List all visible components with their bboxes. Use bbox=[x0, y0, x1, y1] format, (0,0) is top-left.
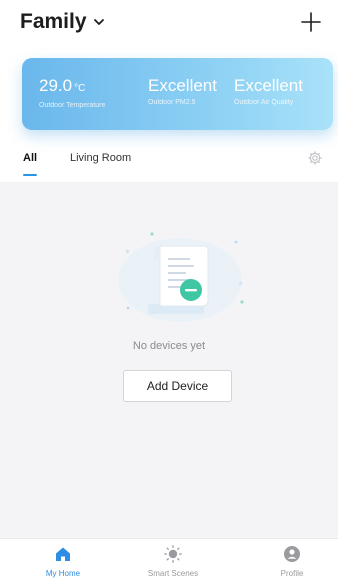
sun-icon bbox=[164, 545, 182, 563]
air-quality-value: Excellent bbox=[234, 76, 303, 95]
header: Family bbox=[0, 0, 338, 48]
tabbar-item-profile[interactable]: Profile bbox=[247, 545, 337, 578]
air-quality-label: Outdoor Air Quality bbox=[234, 99, 294, 106]
home-selector[interactable]: Family bbox=[20, 10, 105, 34]
gear-icon[interactable] bbox=[307, 150, 323, 166]
weather-card[interactable]: 29.0 °C Outdoor Temperature Excellent Out… bbox=[22, 58, 333, 130]
tab-living-room[interactable]: Living Room bbox=[70, 152, 131, 164]
temperature-value: 29.0 bbox=[39, 76, 73, 95]
top-section: Family 29.0 °C Outdoor Temperature Excell… bbox=[0, 0, 338, 182]
pm25-value: Excellent bbox=[148, 76, 217, 95]
empty-message: No devices yet bbox=[132, 340, 206, 352]
room-tabs: All Living Room bbox=[0, 146, 338, 180]
empty-devices-illustration bbox=[118, 232, 244, 322]
empty-state: No devices yet Add Device bbox=[0, 182, 338, 532]
plus-icon[interactable] bbox=[298, 9, 324, 35]
temperature-label: Outdoor Temperature bbox=[39, 102, 106, 109]
profile-icon bbox=[284, 546, 300, 562]
add-device-button[interactable]: Add Device bbox=[123, 370, 232, 402]
bottom-tab-bar: My Home Smart Scenes Profile bbox=[0, 538, 338, 583]
tabbar-label-my-home: My Home bbox=[45, 569, 81, 578]
home-name: Family bbox=[20, 10, 87, 33]
tabbar-item-smart-scenes[interactable]: Smart Scenes bbox=[128, 545, 218, 578]
temperature-unit: °C bbox=[74, 83, 86, 94]
tabbar-item-my-home[interactable]: My Home bbox=[18, 545, 108, 578]
active-tab-indicator bbox=[23, 174, 37, 176]
home-icon bbox=[56, 547, 70, 561]
weather-temperature: 29.0 °C Outdoor Temperature bbox=[39, 76, 105, 109]
pm25-label: Outdoor PM2.5 bbox=[148, 99, 196, 106]
tab-all[interactable]: All bbox=[23, 152, 37, 164]
weather-air-quality: Excellent Outdoor Air Quality bbox=[234, 76, 303, 106]
tabbar-label-smart-scenes: Smart Scenes bbox=[147, 569, 199, 578]
chevron-down-icon bbox=[93, 19, 104, 25]
tabbar-label-profile: Profile bbox=[280, 569, 304, 578]
weather-pm25: Excellent Outdoor PM2.5 bbox=[148, 76, 217, 106]
